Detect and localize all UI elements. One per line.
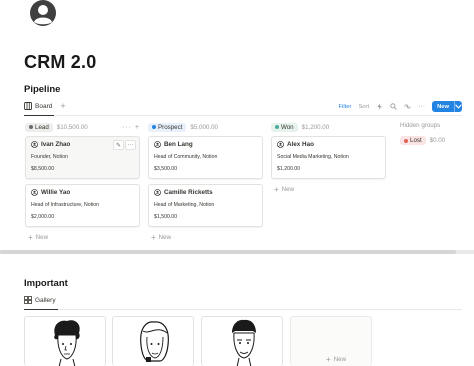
tab-board-label: Board (35, 102, 53, 110)
status-badge[interactable]: Prospect (148, 122, 187, 132)
search-icon[interactable] (390, 103, 397, 110)
person-icon (154, 141, 161, 148)
board-column-prospect: Prospect $5,000.00 Ben Lang Head of Comm… (148, 122, 263, 242)
person-icon (31, 189, 38, 196)
gallery-icon (24, 296, 32, 304)
column-name: Won (281, 123, 294, 131)
board-column-lead: Lead $10,500.00 ··· + Ivan Zhao Founder,… (25, 122, 140, 242)
status-dot (29, 125, 33, 129)
automation-icon[interactable] (376, 103, 383, 110)
card-role: Head of Infrastructure, Notion (31, 202, 100, 208)
section-title-pipeline[interactable]: Pipeline (24, 84, 60, 95)
add-card-button[interactable]: + New (148, 232, 263, 242)
tab-board[interactable]: Board (24, 98, 55, 116)
column-sum: $10,500.00 (56, 123, 88, 131)
gallery-view-bar: Gallery (24, 292, 462, 310)
pencil-icon[interactable]: ✎ (113, 140, 124, 150)
hidden-groups-label: Hidden groups (400, 122, 441, 129)
column-name: Prospect (158, 123, 183, 131)
new-button[interactable]: New (432, 101, 462, 112)
section-title-important[interactable]: Important (24, 278, 68, 289)
add-gallery-card-button[interactable]: + New (323, 354, 346, 364)
person-icon (31, 141, 38, 148)
board-column-won: Won $1,200.00 Alex Hao Social Media Mark… (271, 122, 386, 194)
hidden-group-lost[interactable]: Lost $0.00 (400, 136, 470, 145)
status-dot (275, 125, 279, 129)
plus-icon: + (274, 184, 279, 194)
sort-button[interactable]: Sort (358, 104, 369, 110)
card-value: $8,500.00 (31, 166, 55, 172)
column-sum: $1,200.00 (301, 123, 330, 131)
add-view-button[interactable]: + (60, 102, 65, 111)
plus-icon: + (151, 232, 156, 242)
card-title: Willie Yao (41, 189, 71, 196)
person-icon (277, 141, 284, 148)
add-card-button[interactable]: + New (271, 184, 386, 194)
add-card-button[interactable]: + New (25, 232, 140, 242)
column-sum: $5,000.00 (190, 123, 218, 131)
hidden-groups: Hidden groups Lost $0.00 (400, 122, 470, 145)
board-icon (24, 102, 32, 110)
status-badge[interactable]: Won (271, 122, 298, 132)
board-card[interactable]: Ben Lang Head of Community, Notion $3,50… (148, 136, 263, 179)
board-card[interactable]: Alex Hao Social Media Marketing, Notion … (271, 136, 386, 179)
toolbar: Filter Sort ··· New (339, 101, 462, 112)
link-icon[interactable] (404, 103, 411, 110)
status-badge[interactable]: Lead (25, 122, 53, 132)
plus-icon: + (326, 354, 331, 364)
column-header: Won $1,200.00 (271, 122, 386, 132)
scrollbar-thumb[interactable] (0, 250, 456, 254)
tab-gallery[interactable]: Gallery (24, 292, 58, 310)
page-title: CRM 2.0 (24, 52, 97, 72)
card-role: Social Media Marketing, Notion (277, 154, 349, 160)
portrait-illustration (232, 319, 256, 366)
plus-icon: + (28, 232, 33, 242)
column-name: Lead (35, 123, 49, 131)
card-role: Head of Marketing, Notion (154, 202, 215, 208)
card-title: Ben Lang (164, 141, 193, 148)
gallery-card[interactable] (201, 316, 283, 366)
card-title: Ivan Zhao (41, 141, 71, 148)
card-title: Camille Ricketts (164, 189, 213, 196)
column-actions[interactable]: ··· + (122, 124, 140, 131)
card-tools: ✎ ··· (113, 140, 136, 150)
new-button-label: New (437, 103, 449, 110)
status-dot (152, 125, 156, 129)
gallery-card[interactable] (112, 316, 194, 366)
tab-gallery-label: Gallery (35, 296, 56, 304)
portrait-illustration (54, 320, 80, 366)
card-value: $2,000.00 (31, 214, 55, 220)
board-card[interactable]: Camille Ricketts Head of Marketing, Noti… (148, 184, 263, 227)
ellipsis-icon[interactable]: ··· (125, 140, 136, 150)
board-card[interactable]: Ivan Zhao Founder, Notion $8,500.00 ✎ ··… (25, 136, 140, 179)
portrait-illustration (140, 321, 169, 362)
gallery-new-card[interactable]: + New (290, 316, 372, 366)
chevron-down-icon[interactable] (454, 101, 462, 112)
board-card[interactable]: Willie Yao Head of Infrastructure, Notio… (25, 184, 140, 227)
card-title: Alex Hao (287, 141, 314, 148)
horizontal-scrollbar[interactable] (0, 250, 474, 254)
status-dot (404, 138, 408, 143)
more-options-icon[interactable]: ··· (418, 103, 425, 110)
card-role: Head of Community, Notion (154, 154, 218, 160)
card-value: $1,200.00 (277, 166, 301, 172)
card-role: Founder, Notion (31, 154, 68, 160)
column-header: Lead $10,500.00 ··· + (25, 122, 140, 132)
status-badge[interactable]: Lost (400, 136, 426, 145)
user-circle-icon[interactable] (28, 0, 58, 30)
gallery-card[interactable] (24, 316, 106, 366)
hidden-group-name: Lost (410, 137, 422, 144)
card-value: $3,500.00 (154, 166, 178, 172)
board-view-bar: Board + Filter Sort ··· New (24, 98, 462, 116)
card-value: $1,500.00 (154, 214, 178, 220)
filter-button[interactable]: Filter (339, 104, 352, 110)
column-header: Prospect $5,000.00 (148, 122, 263, 132)
person-icon (154, 189, 161, 196)
hidden-group-sum: $0.00 (429, 137, 446, 144)
